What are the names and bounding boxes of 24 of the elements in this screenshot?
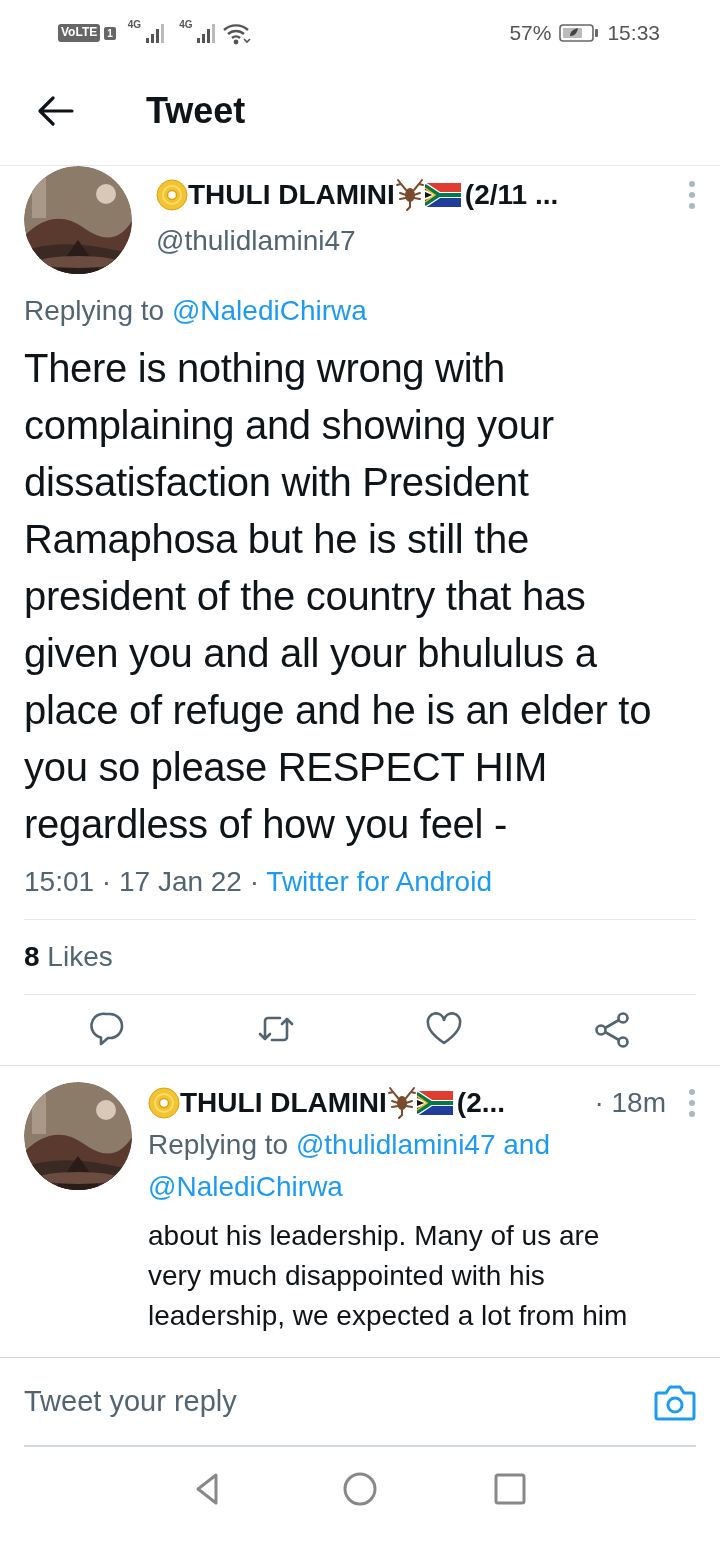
reply-input-field[interactable]: Tweet your reply [24,1379,654,1424]
likes-count[interactable]: 8 Likes [24,920,696,994]
tweet-text: There is nothing wrong with complaining and showing your dissatisfaction with President Ramaphosa but he is still the president of the country that has given you and all your bhululus a place of refuge and he is an elder to you so please RESPECT HIM regardless of how you feel - [24,345,653,848]
clock: 15:33 [607,20,660,47]
reply-text: about his leadership. Many of us are very much disappointed with his leadership, we expected a lot from him [148,1219,629,1333]
mention-link[interactable]: @NalediChirwa [171,295,367,326]
reply-context: Replying to @NalediChirwa [24,294,368,328]
name-suffix: (2... [456,1086,506,1120]
network-type: 4G [127,18,142,32]
mention-link[interactable]: @thulidlamini47 [295,1129,496,1160]
mention-link[interactable]: @NalediChirwa [148,1171,343,1202]
sim-indicator: 1 [104,26,116,40]
tweet-age: · 18m [594,1086,666,1120]
network-type: 4G [179,18,193,32]
source-link[interactable]: Twitter for Android [266,866,492,897]
name-suffix: (2/11 ... [464,178,559,212]
author-name: THULI DLAMINI [180,1086,387,1120]
author-name: THULI DLAMINI [188,178,395,212]
page-title: Tweet [146,88,246,133]
user-handle: @thulidlamini47 [156,224,357,258]
reply-context: Replying to @thulidlamini47 and @NalediChirwa [148,1128,551,1204]
volte-indicator: VoLTE [58,24,101,42]
tweet-timestamp: 15:01 · 17 Jan 22 · [24,866,260,897]
battery-percent: 57% [509,20,552,47]
